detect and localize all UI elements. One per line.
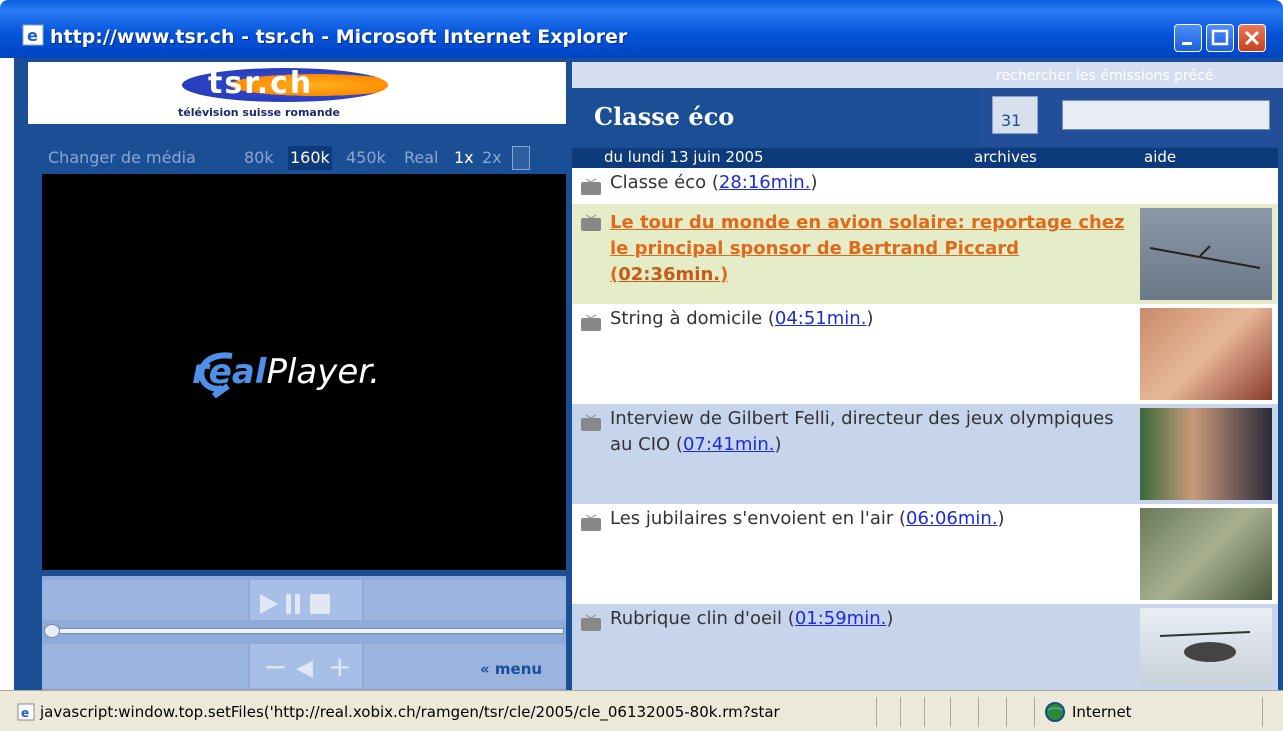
segment-title: Classe éco (28:16min.) [610, 170, 1130, 196]
media-selector: Changer de média 80k 160k 450k Real 1x 2… [42, 146, 566, 170]
segment-label: Rubrique clin d'oeil ( [610, 608, 795, 629]
globe-icon [1045, 702, 1065, 722]
segment-title: Les jubilaires s'envoient en l'air (06:0… [610, 506, 1130, 532]
duration-link[interactable]: 06:06min. [906, 508, 998, 529]
play-icon[interactable] [260, 594, 278, 614]
tv-icon [581, 614, 601, 631]
archives-link[interactable]: archives [974, 148, 1037, 166]
helicopter-image [1159, 631, 1251, 662]
tsr-logo[interactable]: tsr.ch télévision suisse romande [28, 62, 566, 124]
duration-link[interactable]: 28:16min. [719, 172, 811, 193]
segment-suffix: ) [886, 608, 894, 629]
list-item[interactable]: Classe éco (28:16min.) [572, 168, 1278, 204]
maximize-button[interactable] [1206, 24, 1234, 52]
minimize-button[interactable] [1174, 24, 1202, 52]
volume-up-icon[interactable]: + [328, 650, 351, 683]
media-option-real[interactable]: Real [402, 146, 441, 170]
svg-text:e: e [21, 706, 29, 720]
thumbnail-helicopter[interactable] [1140, 608, 1272, 686]
thumbnail-interview[interactable] [1140, 408, 1272, 500]
thumbnail-string[interactable] [1140, 308, 1272, 400]
list-item[interactable]: Interview de Gilbert Felli, directeur de… [572, 404, 1278, 504]
ie-icon: e [22, 24, 44, 46]
segment-title: String à domicile (04:51min.) [610, 306, 1130, 332]
segment-title: Rubrique clin d'oeil (01:59min.) [610, 606, 1130, 632]
duration-link[interactable]: 02:36min. [618, 264, 720, 285]
segment-suffix: ) [720, 264, 729, 285]
list-item[interactable]: String à domicile (04:51min.) [572, 304, 1278, 404]
segment-suffix: ) [810, 172, 818, 193]
thumbnail-jubilaires[interactable] [1140, 508, 1272, 600]
list-item-active[interactable]: Le tour du monde en avion solaire: repor… [572, 204, 1278, 304]
fullscreen-icon[interactable] [512, 146, 530, 170]
tv-icon [581, 214, 601, 231]
title-bar: e http://www.tsr.ch - tsr.ch - Microsoft… [0, 0, 1283, 58]
player-controls: − ◀ + « menu [42, 576, 566, 690]
media-option-450k[interactable]: 450k [344, 146, 388, 170]
maximize-icon [1211, 29, 1229, 46]
segment-suffix: ) [866, 308, 874, 329]
segment-label: Classe éco ( [610, 172, 719, 193]
svg-text:e: e [27, 26, 38, 45]
media-option-2x[interactable]: 2x [480, 146, 504, 170]
status-text: javascript:window.top.setFiles('http://r… [40, 703, 780, 721]
realplayer-brand-real: real [192, 352, 267, 392]
media-option-1x[interactable]: 1x [452, 146, 476, 170]
video-area[interactable]: realPlayer. [42, 174, 566, 570]
page-icon: e [17, 703, 35, 721]
duration-link[interactable]: 07:41min. [683, 434, 775, 455]
airplane-image [1149, 245, 1261, 269]
media-option-160k[interactable]: 160k [288, 146, 332, 170]
list-item[interactable]: Rubrique clin d'oeil (01:59min.) [572, 604, 1278, 690]
list-item[interactable]: Les jubilaires s'envoient en l'air (06:0… [572, 504, 1278, 604]
calendar-icon[interactable]: 31 [992, 96, 1038, 134]
realplayer-brand-player: Player. [266, 352, 380, 392]
window-title: http://www.tsr.ch - tsr.ch - Microsoft I… [50, 26, 628, 48]
broadcast-date: du lundi 13 juin 2005 [604, 148, 764, 166]
close-button[interactable] [1238, 24, 1266, 52]
aide-link[interactable]: aide [1144, 148, 1176, 166]
speaker-icon[interactable]: ◀ [296, 656, 313, 681]
segment-title: Interview de Gilbert Felli, directeur de… [610, 406, 1130, 458]
close-icon [1244, 30, 1260, 46]
media-label: Changer de média [48, 148, 196, 167]
segment-list: Classe éco (28:16min.) Le tour du monde … [572, 168, 1278, 690]
minimize-icon [1182, 42, 1192, 45]
zone-text: Internet [1072, 703, 1132, 721]
seek-bar[interactable] [48, 628, 564, 634]
segment-label: Les jubilaires s'envoient en l'air ( [610, 508, 906, 529]
search-hint: rechercher les émissions précé [996, 68, 1214, 84]
duration-link[interactable]: 01:59min. [795, 608, 887, 629]
tv-icon [581, 314, 601, 331]
duration-link[interactable]: 04:51min. [775, 308, 867, 329]
thumbnail-airplane[interactable] [1140, 208, 1272, 300]
player-panel: tsr.ch télévision suisse romande Changer… [14, 58, 568, 690]
sub-nav: du lundi 13 juin 2005 archives aide [572, 148, 1278, 168]
segment-title: Le tour du monde en avion solaire: repor… [610, 210, 1130, 288]
page-title: Classe éco [594, 102, 735, 131]
seek-knob[interactable] [44, 624, 60, 638]
menu-link[interactable]: « menu [480, 660, 542, 678]
media-option-80k[interactable]: 80k [242, 146, 276, 170]
logo-subtitle: télévision suisse romande [178, 106, 340, 119]
volume-down-icon[interactable]: − [264, 650, 287, 683]
program-panel: rechercher les émissions précé Classe éc… [568, 58, 1283, 690]
realplayer-logo: realPlayer. [192, 352, 380, 392]
pause-icon[interactable] [286, 594, 300, 614]
segment-suffix: ) [997, 508, 1005, 529]
search-input[interactable] [1062, 100, 1270, 130]
search-zone: 31 [978, 88, 1283, 146]
status-bar: e javascript:window.top.setFiles('http:/… [0, 690, 1283, 731]
stop-icon[interactable] [310, 594, 330, 614]
segment-label: String à domicile ( [610, 308, 775, 329]
tv-icon [581, 178, 601, 195]
segment-suffix: ) [774, 434, 782, 455]
tv-icon [581, 514, 601, 531]
logo-text: tsr.ch [208, 66, 314, 101]
show-header: Classe éco 31 [568, 88, 1283, 146]
tv-icon [581, 414, 601, 431]
